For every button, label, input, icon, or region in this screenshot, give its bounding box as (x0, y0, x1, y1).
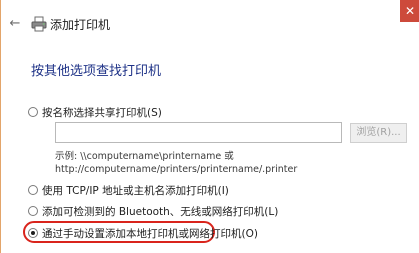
option-manual-local[interactable]: 通过手动设置添加本地打印机或网络打印机(O) (28, 226, 258, 241)
option-tcp-ip[interactable]: 使用 TCP/IP 地址或主机名添加打印机(I) (28, 183, 229, 198)
add-printer-window: ← 添加打印机 ✕ 按其他选项查找打印机 按名称选择共享打印机(S) 浏览(R)… (0, 0, 419, 253)
option-share-by-name[interactable]: 按名称选择共享打印机(S) (28, 105, 162, 120)
example-line-1: 示例: \\computername\printername 或 (55, 151, 234, 162)
option-label: 通过手动设置添加本地打印机或网络打印机(O) (42, 228, 258, 240)
back-arrow-icon[interactable]: ← (8, 17, 22, 31)
window-title: 添加打印机 (50, 18, 111, 32)
close-button[interactable]: ✕ (400, 0, 419, 22)
option-label: 使用 TCP/IP 地址或主机名添加打印机(I) (42, 185, 229, 197)
radio-button[interactable] (28, 107, 38, 117)
option-label: 按名称选择共享打印机(S) (42, 107, 162, 119)
page-heading: 按其他选项查找打印机 (31, 64, 162, 79)
radio-button-selected[interactable] (28, 228, 38, 238)
example-line-2: http://computername/printers/printername… (55, 164, 298, 175)
option-label: 添加可检测到的 Bluetooth、无线或网络打印机(L) (42, 206, 279, 218)
share-printer-name-input[interactable] (55, 122, 342, 143)
radio-button[interactable] (28, 206, 38, 216)
option-bluetooth-wireless[interactable]: 添加可检测到的 Bluetooth、无线或网络打印机(L) (28, 204, 278, 219)
browse-button[interactable]: 浏览(R)... (350, 123, 407, 143)
example-text: 示例: \\computername\printername 或 http://… (55, 150, 297, 176)
radio-button[interactable] (28, 185, 38, 195)
printer-icon (31, 16, 47, 32)
title-bar: ← 添加打印机 ✕ (1, 0, 419, 42)
